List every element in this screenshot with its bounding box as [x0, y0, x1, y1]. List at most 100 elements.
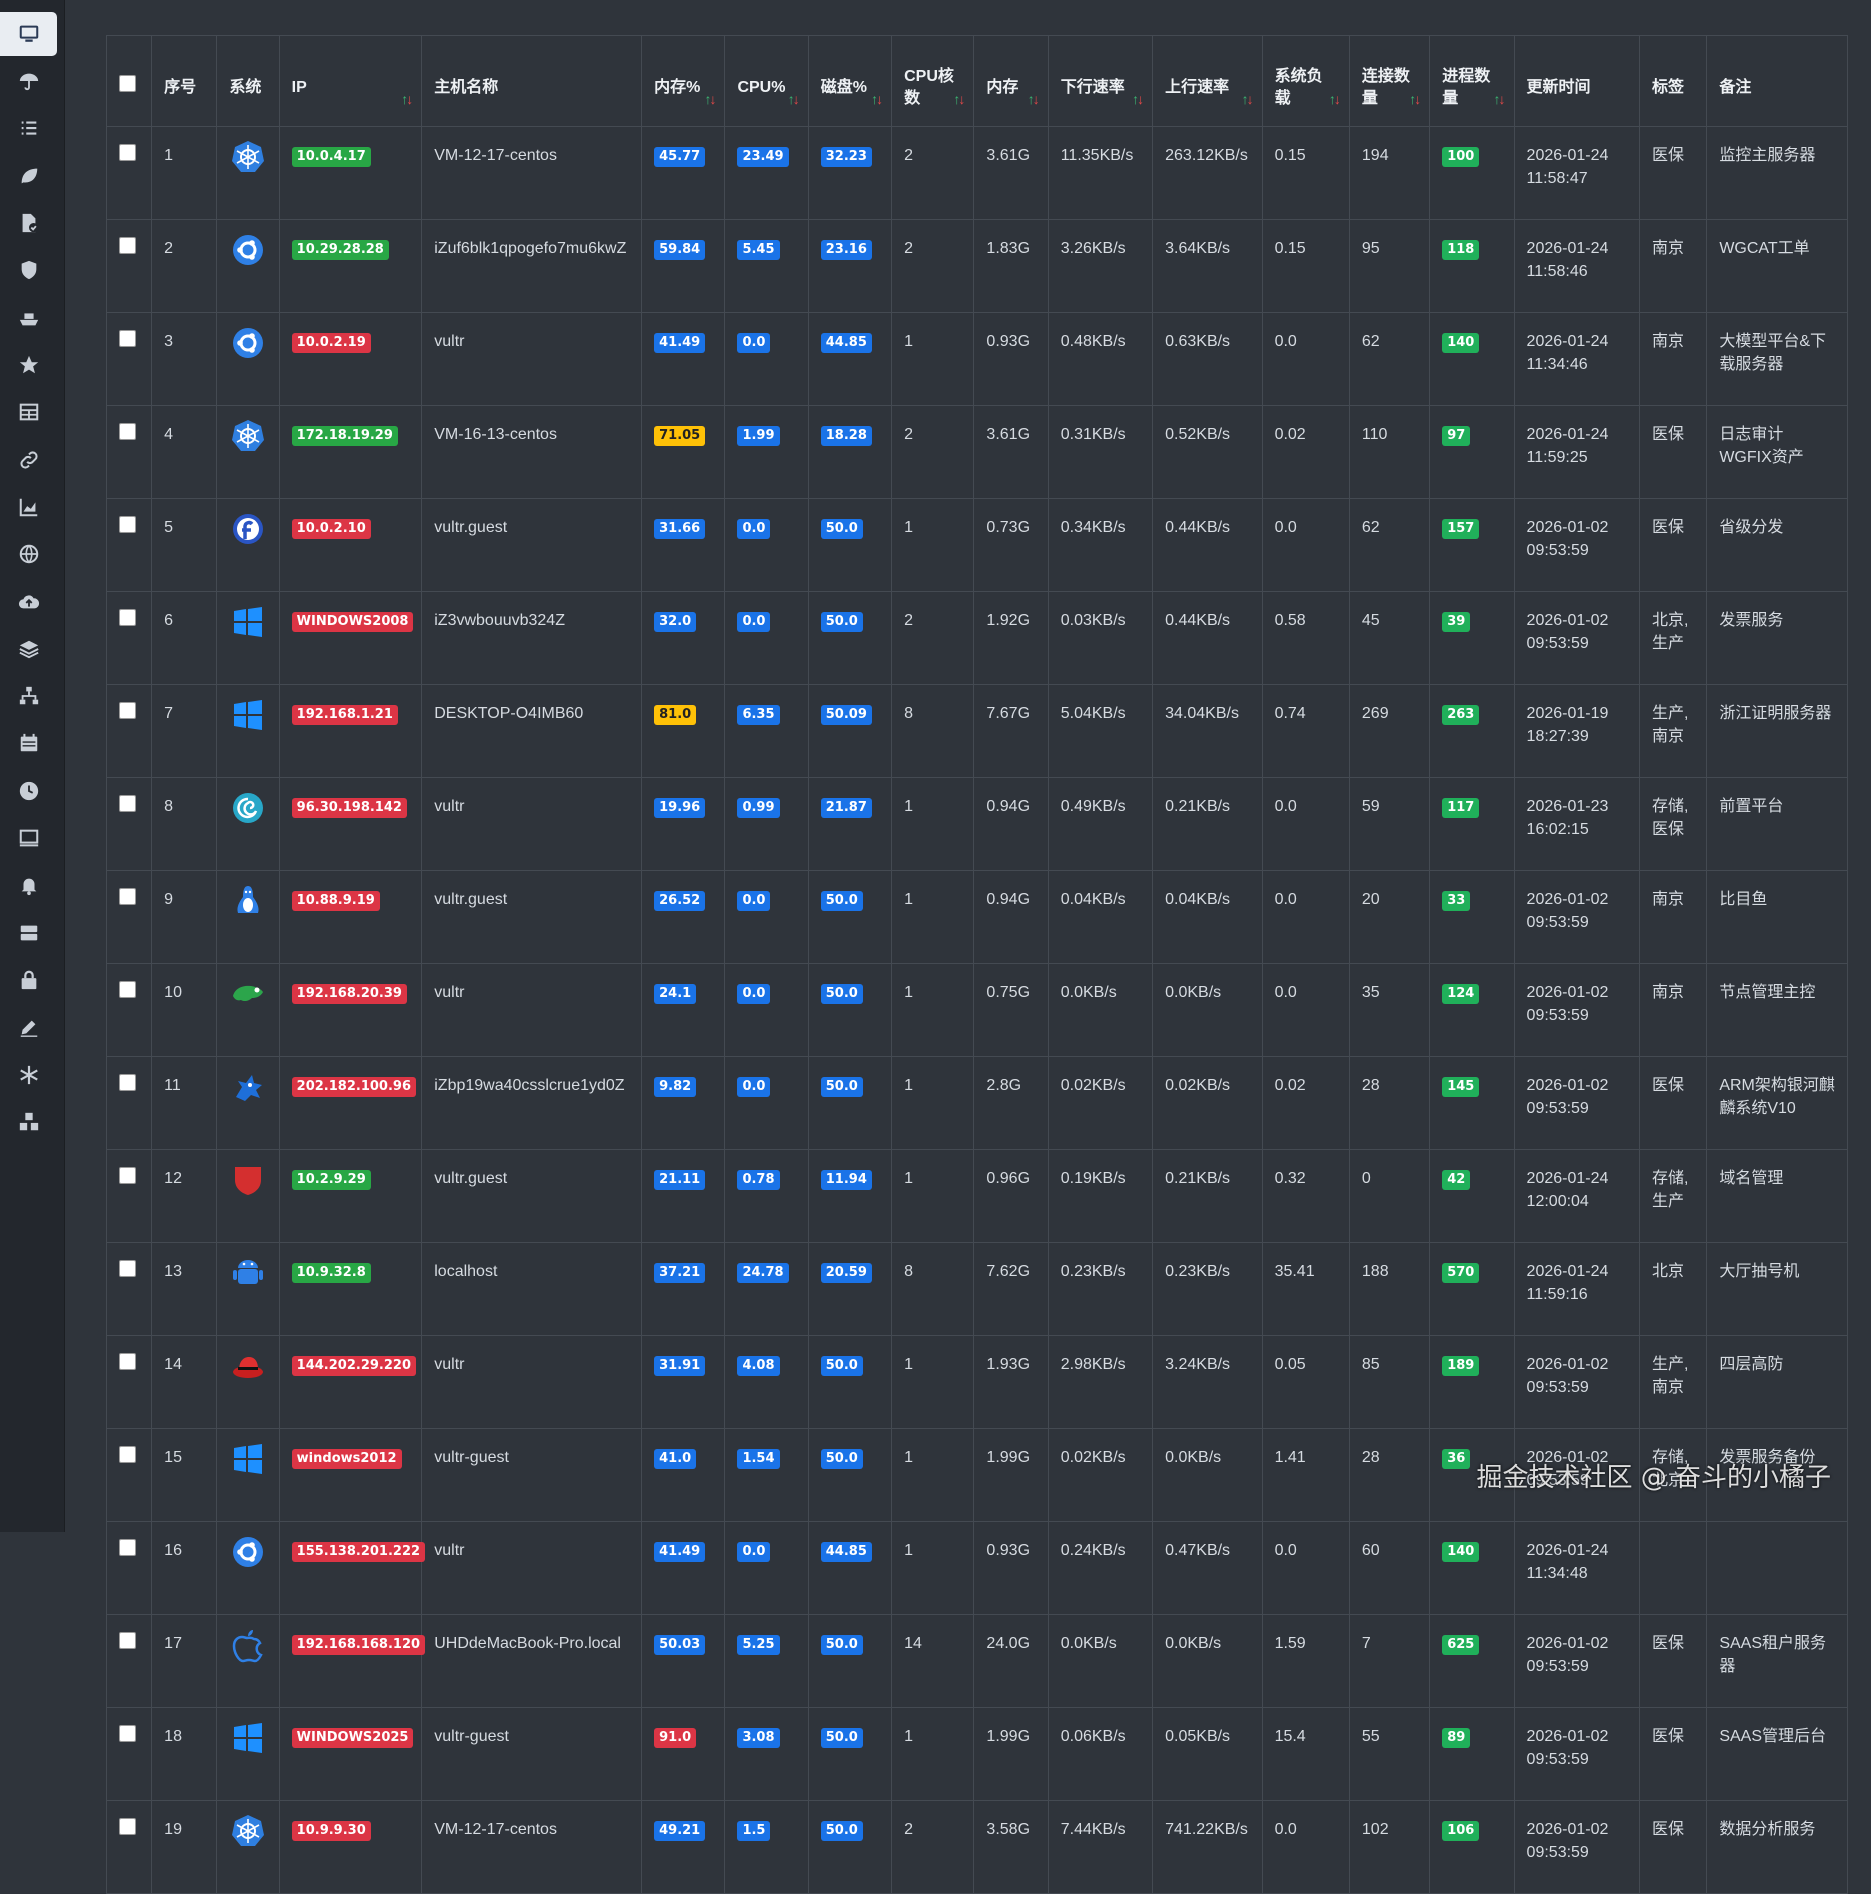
row-select[interactable] [105, 591, 153, 685]
row-select[interactable] [105, 1335, 153, 1429]
sort-icon[interactable]: ↑↓ [1494, 88, 1506, 110]
row-select[interactable] [105, 1428, 153, 1522]
col-mem-pct[interactable]: 内存% ↑↓ [641, 35, 726, 127]
sort-icon[interactable]: ↑↓ [401, 88, 413, 110]
sidebar-item-chart[interactable] [0, 485, 57, 529]
row-checkbox[interactable] [119, 144, 136, 161]
row-select[interactable] [105, 870, 153, 964]
sidebar-item-list[interactable] [0, 107, 57, 151]
row-select[interactable] [105, 1800, 153, 1894]
sidebar-item-server[interactable] [0, 911, 57, 955]
table-row[interactable]: 19 10.9.9.30 VM-12-17-centos 49.21 1.5 50.0 2 3… [105, 1800, 1848, 1894]
sidebar-item-globe[interactable] [0, 532, 57, 576]
row-checkbox[interactable] [119, 1632, 136, 1649]
row-checkbox[interactable] [119, 1818, 136, 1835]
row-checkbox[interactable] [119, 516, 136, 533]
row-select[interactable] [105, 777, 153, 871]
row-select[interactable] [105, 219, 153, 313]
sidebar-item-cloud-upload[interactable] [0, 580, 57, 624]
table-row[interactable]: 11 202.182.100.96 iZbp19wa40csslcrue1yd0Z 9… [105, 1056, 1848, 1150]
row-checkbox[interactable] [119, 1539, 136, 1556]
sort-icon[interactable]: ↑↓ [1409, 88, 1421, 110]
row-select[interactable] [105, 1521, 153, 1615]
table-row[interactable]: 10 192.168.20.39 vultr 24.1 0.0 50.0 1 0.75G 0.0… [105, 963, 1848, 1057]
row-select[interactable] [105, 1149, 153, 1243]
sidebar-item-snowflake[interactable] [0, 1053, 57, 1097]
sidebar-item-calendar[interactable] [0, 721, 57, 765]
table-row[interactable]: 17 192.168.168.120 UHDdeMacBook-Pro.local 5… [105, 1614, 1848, 1708]
sidebar-item-table[interactable] [0, 390, 57, 434]
row-select[interactable] [105, 1056, 153, 1150]
row-checkbox[interactable] [119, 981, 136, 998]
col-load[interactable]: 系统负载 ↑↓ [1261, 35, 1350, 127]
row-select[interactable] [105, 1707, 153, 1801]
sidebar-item-layers[interactable] [0, 627, 57, 671]
table-row[interactable]: 12 10.2.9.29 vultr.guest 21.11 0.78 11.94 1 0.9… [105, 1149, 1848, 1243]
row-select[interactable] [105, 405, 153, 499]
table-row[interactable]: 5 10.0.2.10 vultr.guest 31.66 0.0 50.0 1 0.73G 0… [105, 498, 1848, 592]
sort-icon[interactable]: ↑↓ [1329, 88, 1341, 110]
table-row[interactable]: 7 192.168.1.21 DESKTOP-O4IMB60 81.0 6.35 50.0… [105, 684, 1848, 778]
row-select[interactable] [105, 963, 153, 1057]
sort-icon[interactable]: ↑↓ [788, 88, 800, 110]
row-select[interactable] [105, 1242, 153, 1336]
table-row[interactable]: 2 10.29.28.28 iZuf6blk1qpogefo7mu6kwZ 59.84… [105, 219, 1848, 313]
select-all-checkbox[interactable] [119, 75, 136, 92]
sidebar-item-leaf[interactable] [0, 154, 57, 198]
select-all-header[interactable] [105, 35, 153, 127]
table-row[interactable]: 14 144.202.29.220 vultr 31.91 4.08 50.0 1 1.93G… [105, 1335, 1848, 1429]
table-row[interactable]: 3 10.0.2.19 vultr 41.49 0.0 44.85 1 0.93G 0.48KB… [105, 312, 1848, 406]
row-checkbox[interactable] [119, 423, 136, 440]
sidebar-item-network[interactable] [0, 674, 57, 718]
sidebar-item-file-check[interactable] [0, 201, 57, 245]
sort-icon[interactable]: ↑↓ [953, 88, 965, 110]
sidebar-item-link[interactable] [0, 438, 57, 482]
row-select[interactable] [105, 126, 153, 220]
sidebar-item-bell[interactable] [0, 863, 57, 907]
sidebar-item-screen[interactable] [0, 816, 57, 860]
sidebar-item-cubes[interactable] [0, 1100, 57, 1144]
row-checkbox[interactable] [119, 888, 136, 905]
table-row[interactable]: 18 WINDOWS2025 vultr-guest 91.0 3.08 50.0 1 1.9… [105, 1707, 1848, 1801]
row-select[interactable] [105, 498, 153, 592]
sidebar-item-lock[interactable] [0, 958, 57, 1002]
sidebar-item-ship[interactable] [0, 296, 57, 340]
row-checkbox[interactable] [119, 702, 136, 719]
table-row[interactable]: 4 172.18.19.29 VM-16-13-centos 71.05 1.99 18.… [105, 405, 1848, 499]
table-row[interactable]: 16 155.138.201.222 vultr 41.49 0.0 44.85 1 0.93… [105, 1521, 1848, 1615]
col-up[interactable]: 上行速率 ↑↓ [1152, 35, 1263, 127]
col-disk-pct[interactable]: 磁盘% ↑↓ [807, 35, 893, 127]
col-cores[interactable]: CPU核数 ↑↓ [891, 35, 975, 127]
sort-icon[interactable]: ↑↓ [1242, 88, 1254, 110]
col-down[interactable]: 下行速率 ↑↓ [1047, 35, 1154, 127]
sort-icon[interactable]: ↑↓ [704, 88, 716, 110]
row-checkbox[interactable] [119, 1260, 136, 1277]
row-select[interactable] [105, 312, 153, 406]
row-checkbox[interactable] [119, 609, 136, 626]
sidebar-item-monitor[interactable] [0, 12, 57, 56]
row-checkbox[interactable] [119, 237, 136, 254]
col-proc[interactable]: 进程数量 ↑↓ [1429, 35, 1515, 127]
row-checkbox[interactable] [119, 795, 136, 812]
col-mem[interactable]: 内存 ↑↓ [973, 35, 1049, 127]
sort-icon[interactable]: ↑↓ [871, 88, 883, 110]
table-row[interactable]: 8 96.30.198.142 vultr 19.96 0.99 21.87 1 0.94G 0… [105, 777, 1848, 871]
sidebar-item-clock[interactable] [0, 769, 57, 813]
table-row[interactable]: 1 10.0.4.17 VM-12-17-centos 45.77 23.49 32.23… [105, 126, 1848, 220]
table-row[interactable]: 13 10.9.32.8 localhost 37.21 24.78 20.59 8 7.62… [105, 1242, 1848, 1336]
sort-icon[interactable]: ↑↓ [1132, 88, 1144, 110]
col-cpu-pct[interactable]: CPU% ↑↓ [724, 35, 809, 127]
row-checkbox[interactable] [119, 1353, 136, 1370]
row-checkbox[interactable] [119, 1167, 136, 1184]
col-ip[interactable]: IP ↑↓ [278, 35, 423, 127]
sidebar-item-umbrella[interactable] [0, 59, 57, 103]
table-row[interactable]: 9 10.88.9.19 vultr.guest 26.52 0.0 50.0 1 0.94G… [105, 870, 1848, 964]
sort-icon[interactable]: ↑↓ [1028, 88, 1040, 110]
row-select[interactable] [105, 1614, 153, 1708]
table-row[interactable]: 6 WINDOWS2008 iZ3vwbouuvb324Z 32.0 0.0 50.0 2 1… [105, 591, 1848, 685]
row-checkbox[interactable] [119, 1446, 136, 1463]
row-checkbox[interactable] [119, 330, 136, 347]
sidebar-item-star[interactable] [0, 343, 57, 387]
row-checkbox[interactable] [119, 1074, 136, 1091]
row-checkbox[interactable] [119, 1725, 136, 1742]
